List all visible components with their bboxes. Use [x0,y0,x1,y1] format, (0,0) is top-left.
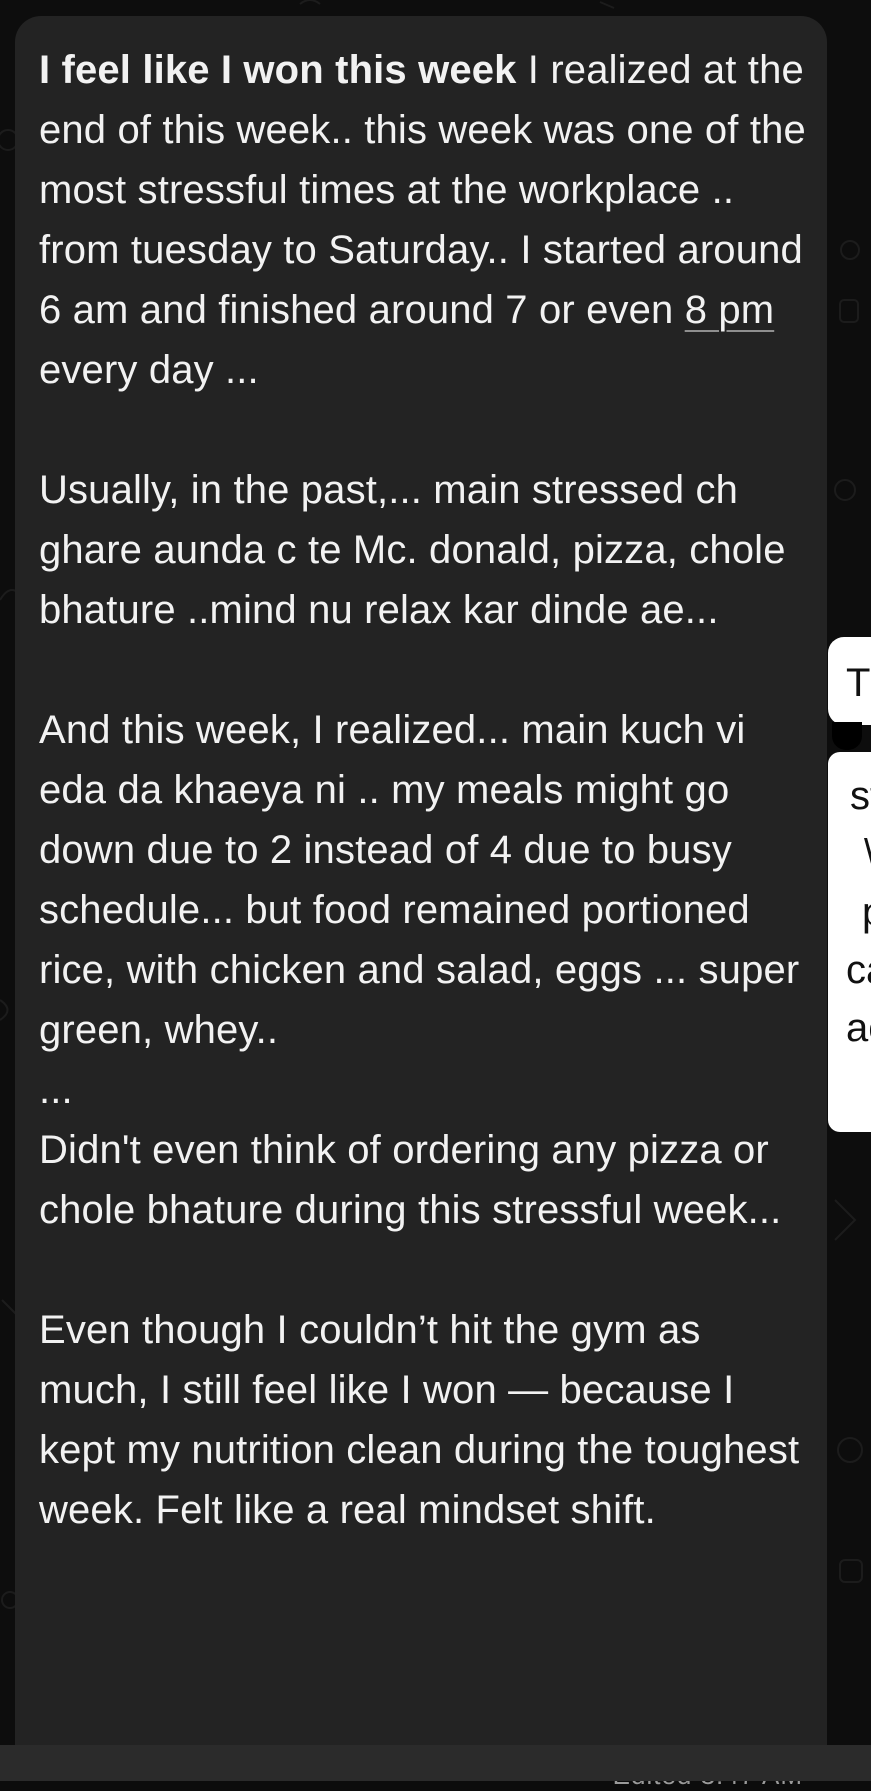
paragraph-3: And this week, I realized... main kuch v… [39,708,800,1052]
message-text: I feel like I won this week I realized a… [39,40,807,1540]
paragraph-4: Even though I couldn’t hit the gym as mu… [39,1308,800,1532]
side-bubble-tail [832,722,862,750]
side-fragment: st [850,774,871,818]
paragraph-3b: Didn't even think of ordering any pizza … [39,1128,782,1232]
side-message-bubble-top[interactable]: Tl [828,637,871,725]
paragraph-1-text-b: every day ... [39,348,259,392]
side-fragment: ca [846,948,871,992]
side-fragment: ac [846,1006,871,1050]
side-message-bubble[interactable]: st \ p ca ac [828,752,871,1132]
message-bubble[interactable]: I feel like I won this week I realized a… [15,16,827,1790]
paragraph-2: Usually, in the past,... main stressed c… [39,468,786,632]
bottom-bar [0,1745,871,1781]
paragraph-3-ellipsis: ... [39,1068,73,1112]
side-fragment: \ [864,832,871,877]
message-title: I feel like I won this week [39,48,517,92]
time-link[interactable]: 8 pm [685,288,775,332]
paragraph-1: I feel like I won this week I realized a… [39,40,807,400]
side-bubble-top-text: Tl [846,661,871,705]
side-fragment: p [862,890,871,935]
